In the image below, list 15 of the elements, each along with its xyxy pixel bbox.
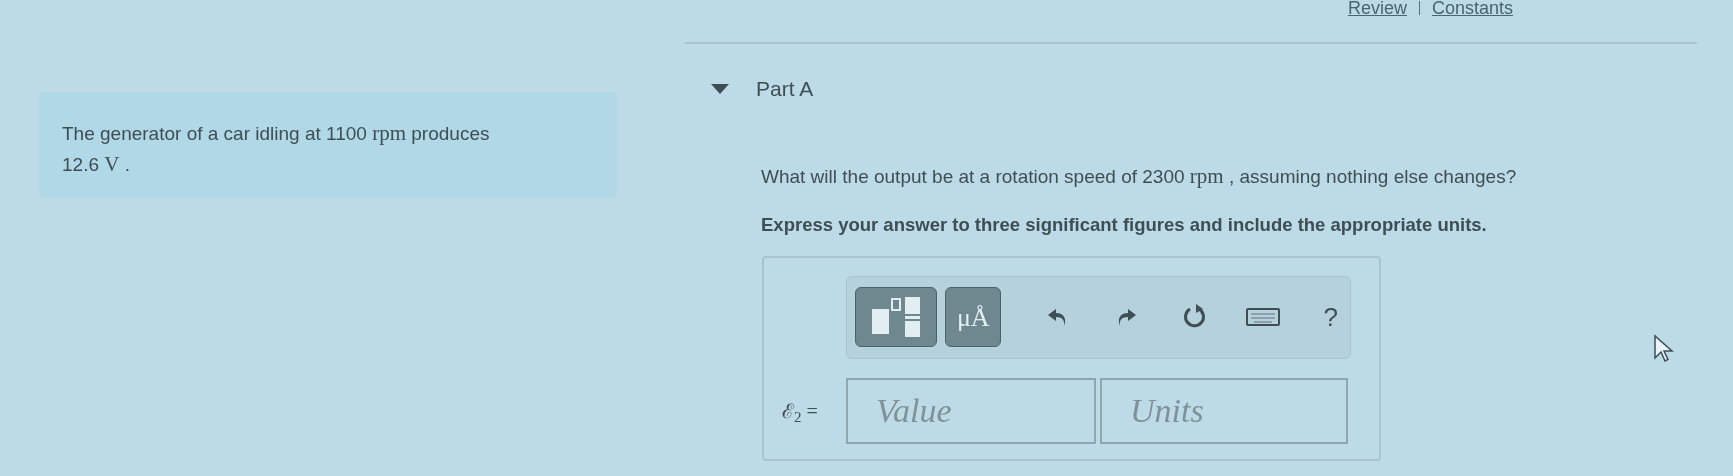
units-field[interactable]: Units (1100, 377, 1348, 444)
header-link[interactable]: Review (1347, 0, 1407, 16)
keyboard-icon (1246, 308, 1281, 327)
collapse-triangle-icon[interactable] (710, 82, 730, 95)
part-title[interactable]: Part A (756, 73, 814, 105)
question-text: What will the output be at a rotation speed of 2300 rpm , assuming nothing else changes? (761, 162, 1518, 190)
answer-label: ℰ$_{2}$ = (782, 398, 819, 426)
help-button[interactable]: ? (1311, 297, 1350, 337)
instruction-text: Express your answer to three significant figures and include the appropriate units. (761, 213, 1488, 237)
units-button[interactable]: μÅ (945, 287, 1002, 348)
value-field[interactable]: Value (846, 377, 1096, 444)
templates-button[interactable] (855, 287, 938, 348)
cursor-icon (1653, 334, 1677, 364)
problem-statement: The generator of a car idling at 1100 rpm produces 12.6 V . (62, 120, 491, 178)
header-link[interactable]: Constants (1431, 0, 1513, 16)
